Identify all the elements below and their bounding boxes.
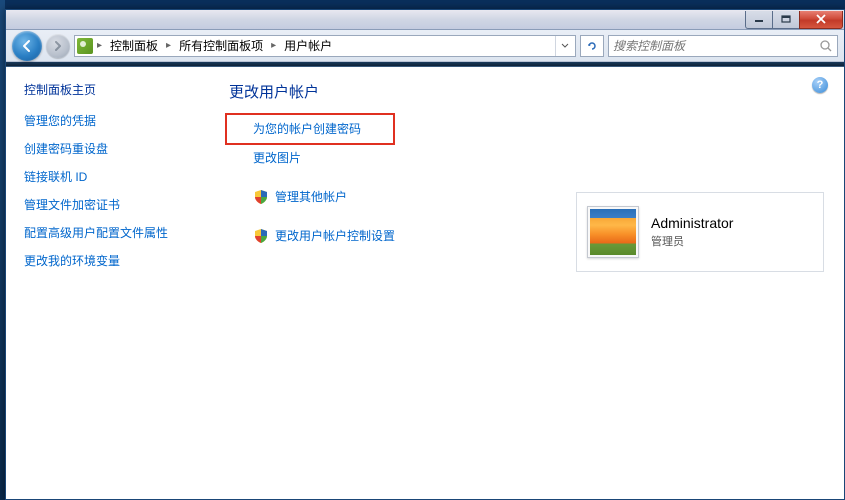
- account-name-label: Administrator: [651, 215, 733, 231]
- minimize-button[interactable]: [745, 11, 773, 29]
- window-titlebar[interactable]: [6, 10, 844, 30]
- task-create-password[interactable]: 为您的帐户创建密码: [253, 120, 826, 137]
- control-panel-window: ▸ 控制面板 ▸ 所有控制面板项 ▸ 用户帐户 控制面板主页 管理您的凭据 创建…: [5, 9, 845, 500]
- chevron-right-icon: ▸: [166, 40, 171, 51]
- sidebar-link-encryption-cert[interactable]: 管理文件加密证书: [24, 196, 199, 213]
- chevron-right-icon: ▸: [271, 40, 276, 51]
- task-manage-accounts[interactable]: 管理其他帐户: [275, 188, 347, 205]
- sidebar-link-env-vars[interactable]: 更改我的环境变量: [24, 252, 199, 269]
- help-icon[interactable]: ?: [812, 77, 828, 93]
- avatar-image: [590, 209, 636, 255]
- address-bar[interactable]: ▸ 控制面板 ▸ 所有控制面板项 ▸ 用户帐户: [74, 35, 576, 57]
- breadcrumb-item[interactable]: 所有控制面板项: [175, 35, 267, 56]
- search-icon: [819, 39, 833, 53]
- avatar[interactable]: [587, 206, 639, 258]
- maximize-button[interactable]: [772, 11, 800, 29]
- nav-back-button[interactable]: [12, 31, 42, 61]
- sidebar-link-advanced-profile[interactable]: 配置高级用户配置文件属性: [24, 224, 199, 241]
- address-toolbar: ▸ 控制面板 ▸ 所有控制面板项 ▸ 用户帐户: [6, 30, 844, 62]
- main-panel: ? 更改用户帐户 为您的帐户创建密码 更改图片 管理其他帐户: [211, 67, 844, 499]
- page-title: 更改用户帐户: [229, 81, 826, 102]
- uac-shield-icon: [253, 228, 269, 244]
- sidebar: 控制面板主页 管理您的凭据 创建密码重设盘 链接联机 ID 管理文件加密证书 配…: [6, 67, 211, 499]
- account-role-label: 管理员: [651, 233, 733, 249]
- address-dropdown-button[interactable]: [555, 36, 573, 56]
- task-uac-settings[interactable]: 更改用户帐户控制设置: [275, 227, 395, 244]
- sidebar-title: 控制面板主页: [24, 81, 199, 98]
- close-button[interactable]: [799, 11, 843, 29]
- nav-forward-button[interactable]: [46, 34, 70, 58]
- sidebar-link-online-id[interactable]: 链接联机 ID: [24, 168, 199, 185]
- sidebar-link-credentials[interactable]: 管理您的凭据: [24, 112, 199, 129]
- account-summary-card: Administrator 管理员: [576, 192, 824, 272]
- search-box[interactable]: [608, 35, 838, 57]
- uac-shield-icon: [253, 189, 269, 205]
- search-input[interactable]: [613, 39, 819, 53]
- breadcrumb-item[interactable]: 用户帐户: [280, 35, 336, 56]
- control-panel-icon: [77, 38, 93, 54]
- task-change-picture[interactable]: 更改图片: [253, 149, 826, 166]
- refresh-button[interactable]: [580, 35, 604, 57]
- chevron-right-icon: ▸: [97, 40, 102, 51]
- sidebar-link-password-reset-disk[interactable]: 创建密码重设盘: [24, 140, 199, 157]
- content-area: 控制面板主页 管理您的凭据 创建密码重设盘 链接联机 ID 管理文件加密证书 配…: [6, 67, 844, 499]
- breadcrumb-item[interactable]: 控制面板: [106, 35, 162, 56]
